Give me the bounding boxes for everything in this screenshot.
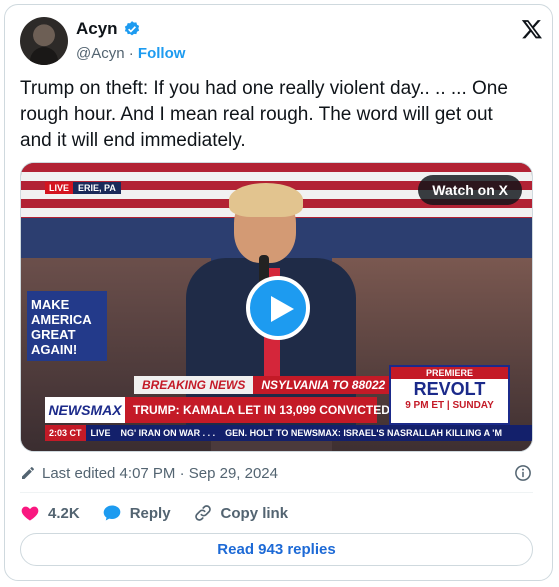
action-bar: 4.2K Reply Copy link <box>20 503 310 523</box>
tweet-text: Trump on theft: If you had one really vi… <box>20 78 508 151</box>
author-display-name[interactable]: Acyn <box>76 19 118 39</box>
breaking-news-label: BREAKING NEWS <box>134 376 254 394</box>
news-ticker: 2:03 CT LIVE NG' IRAN ON WAR . . . GEN. … <box>45 425 532 441</box>
copy-link-label: Copy link <box>220 504 289 522</box>
live-tag: LIVE ERIE, PA <box>45 182 121 194</box>
ticker-item-1: NG' IRAN ON WAR . . . <box>120 428 216 438</box>
info-icon[interactable] <box>514 464 532 482</box>
heart-icon <box>21 506 39 521</box>
network-logo: NEWSMAX <box>45 397 125 423</box>
premiere-promo: PREMIERE REVOLT 9 PM ET | SUNDAY <box>389 365 510 425</box>
copy-link-button[interactable]: Copy link <box>193 503 289 523</box>
play-button[interactable] <box>246 276 310 340</box>
avatar[interactable] <box>20 17 68 65</box>
follow-button[interactable]: Follow <box>138 45 186 62</box>
pencil-icon <box>22 467 34 479</box>
ticker-item-2: GEN. HOLT TO NEWSMAX: ISRAEL'S NASRALLAH… <box>225 428 502 438</box>
video-player[interactable]: MAKE AMERICA GREAT AGAIN! LIVE ERIE, PA … <box>20 162 533 452</box>
speaker-hair <box>229 183 303 217</box>
separator-dot: · <box>128 45 134 62</box>
reply-label: Reply <box>129 504 171 522</box>
x-logo-icon[interactable] <box>521 18 543 40</box>
divider <box>20 492 533 493</box>
link-icon <box>194 505 211 521</box>
play-icon <box>271 296 294 322</box>
premiere-label: PREMIERE <box>391 367 508 379</box>
watch-on-x-button[interactable]: Watch on X <box>418 175 522 205</box>
location-label: ERIE, PA <box>73 182 121 194</box>
read-replies-button[interactable]: Read 943 replies <box>20 533 533 566</box>
breaking-news-strip: BREAKING NEWS NSYLVANIA TO 88022 <box>134 376 394 394</box>
like-count: 4.2K <box>48 504 80 522</box>
edit-info-row: Last edited 4:07 PM · Sep 29, 2024 <box>20 463 532 483</box>
ticker-live: LIVE <box>90 428 111 438</box>
state-text: NSYLVANIA TO 88022 <box>253 376 394 394</box>
reply-button[interactable]: Reply <box>102 503 171 523</box>
verified-badge-icon <box>124 21 139 36</box>
last-edited-text[interactable]: Last edited 4:07 PM · Sep 29, 2024 <box>42 465 278 482</box>
premiere-time: 9 PM ET | SUNDAY <box>405 400 494 411</box>
crowd-sign: MAKE AMERICA GREAT AGAIN! <box>27 291 107 361</box>
reply-bubble-icon <box>103 505 121 521</box>
live-label: LIVE <box>45 182 74 194</box>
ticker-time: 2:03 CT <box>45 425 86 441</box>
author-name-row: Acyn <box>76 19 141 39</box>
author-handle[interactable]: @Acyn <box>76 45 125 62</box>
headline-bar: TRUMP: KAMALA LET IN 13,099 CONVICTED MU… <box>125 397 471 423</box>
like-button[interactable]: 4.2K <box>20 503 80 523</box>
author-handle-row: @Acyn · Follow <box>76 44 185 64</box>
premiere-title: REVOLT <box>413 379 486 399</box>
